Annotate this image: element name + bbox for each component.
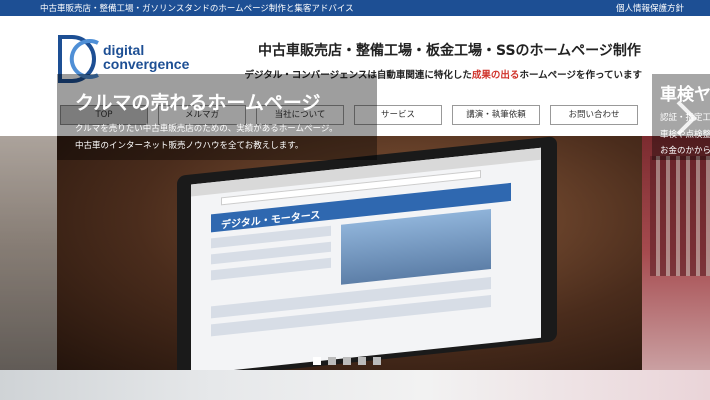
laptop-illustration: デジタル・モータース bbox=[177, 136, 557, 370]
site-tagline: 中古車販売店・整備工場・ガソリンスタンドのホームページ制作と集客アドバイス bbox=[40, 4, 354, 14]
slider-next-button[interactable] bbox=[672, 98, 700, 138]
chevron-left-icon bbox=[15, 100, 36, 136]
slider-pagination bbox=[313, 357, 393, 365]
chevron-right-icon bbox=[676, 100, 697, 136]
page-title: 中古車販売店・整備工場・板金工場・SSのホームページ制作 bbox=[258, 43, 641, 59]
slider-dot[interactable] bbox=[343, 357, 351, 365]
top-bar: 中古車販売店・整備工場・ガソリンスタンドのホームページ制作と集客アドバイス 個人… bbox=[0, 0, 710, 16]
laptop-screen: デジタル・モータース bbox=[191, 147, 541, 370]
nav-lecture[interactable]: 講演・執筆依頼 bbox=[452, 105, 540, 125]
logo-text-convergence: convergence bbox=[103, 56, 190, 72]
privacy-policy-link[interactable]: 個人情報保護方針 bbox=[616, 2, 684, 14]
current-slide-image: デジタル・モータース bbox=[57, 136, 642, 370]
slide-caption-line2: 中古車のインターネット販売ノウハウを全てお教えします。 bbox=[75, 141, 304, 151]
content-band bbox=[0, 370, 710, 400]
slider-prev-button[interactable] bbox=[12, 98, 40, 138]
slider-dot[interactable] bbox=[373, 357, 381, 365]
slide-caption-line1: クルマを売りたい中古車販売店のための、実績があるホームページ。 bbox=[75, 124, 338, 134]
slide-caption-title[interactable]: クルマの売れるホームページ bbox=[75, 88, 320, 115]
previous-slide-preview bbox=[0, 136, 57, 370]
hero-slider[interactable]: デジタル・モータース bbox=[0, 136, 710, 370]
next-slide-preview bbox=[642, 136, 710, 370]
subtitle-accent: 成果の出る bbox=[471, 70, 520, 81]
subtitle-text-post: ホームページを作っています bbox=[519, 70, 642, 81]
slider-dot[interactable] bbox=[358, 357, 366, 365]
slider-dot[interactable] bbox=[313, 357, 321, 365]
slider-dot[interactable] bbox=[328, 357, 336, 365]
next-slide-line3: お金のかから bbox=[660, 146, 710, 156]
nav-contact[interactable]: お問い合わせ bbox=[550, 105, 638, 125]
